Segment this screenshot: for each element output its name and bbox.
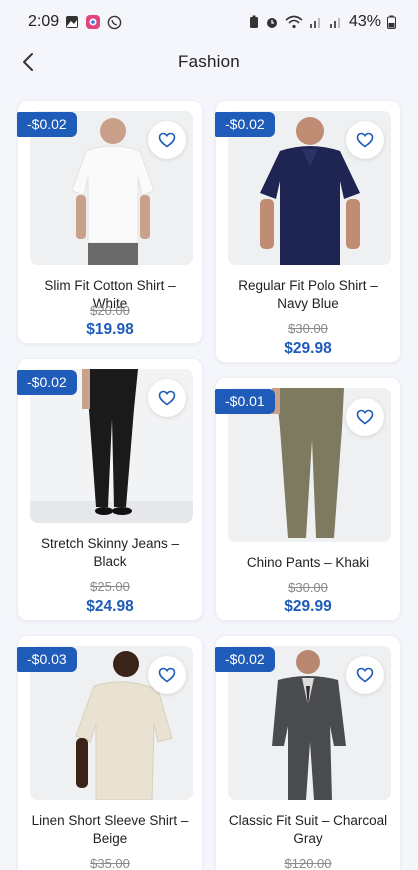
original-price: $25.00 bbox=[90, 579, 130, 594]
original-price: $35.00 bbox=[90, 856, 130, 870]
favorite-button[interactable] bbox=[148, 379, 186, 417]
product-name[interactable]: Classic Fit Suit – Charcoal Gray bbox=[224, 812, 392, 848]
product-name[interactable]: Stretch Skinny Jeans – Black bbox=[26, 535, 194, 571]
product-card[interactable]: -$0.02 Regular Fit Polo Shirt – Navy Blu… bbox=[215, 100, 401, 363]
product-grid: -$0.02 Slim Fit Cotton Shirt – White $20… bbox=[0, 0, 418, 870]
product-card[interactable]: -$0.02 Classic Fit Suit – Charcoal Gray … bbox=[215, 635, 401, 870]
product-name[interactable]: Linen Short Sleeve Shirt – Beige bbox=[26, 812, 194, 848]
favorite-button[interactable] bbox=[148, 121, 186, 159]
heart-icon bbox=[158, 667, 176, 683]
discount-badge: -$0.01 bbox=[215, 389, 275, 414]
discount-badge: -$0.02 bbox=[215, 112, 275, 137]
original-price: $30.00 bbox=[288, 321, 328, 336]
favorite-button[interactable] bbox=[148, 656, 186, 694]
heart-icon bbox=[356, 409, 374, 425]
sale-price: $19.98 bbox=[86, 321, 134, 338]
favorite-button[interactable] bbox=[346, 121, 384, 159]
product-name[interactable]: Regular Fit Polo Shirt – Navy Blue bbox=[224, 277, 392, 313]
heart-icon bbox=[158, 390, 176, 406]
product-name[interactable]: Chino Pants – Khaki bbox=[224, 554, 392, 572]
heart-icon bbox=[158, 132, 176, 148]
discount-badge: -$0.03 bbox=[17, 647, 77, 672]
product-card[interactable]: -$0.03 Linen Short Sleeve Shirt – Beige … bbox=[17, 635, 203, 870]
discount-badge: -$0.02 bbox=[17, 370, 77, 395]
sale-price: $24.98 bbox=[86, 598, 134, 615]
favorite-button[interactable] bbox=[346, 398, 384, 436]
sale-price: $29.99 bbox=[284, 598, 332, 615]
heart-icon bbox=[356, 132, 374, 148]
heart-icon bbox=[356, 667, 374, 683]
product-card[interactable]: -$0.02 Slim Fit Cotton Shirt – White $20… bbox=[17, 100, 203, 344]
sale-price: $29.98 bbox=[284, 340, 332, 357]
original-price: $120.00 bbox=[284, 856, 332, 870]
discount-badge: -$0.02 bbox=[17, 112, 77, 137]
favorite-button[interactable] bbox=[346, 656, 384, 694]
original-price: $20.00 bbox=[90, 303, 130, 318]
discount-badge: -$0.02 bbox=[215, 647, 275, 672]
product-card[interactable]: -$0.01 Chino Pants – Khaki $30.00 $29.99 bbox=[215, 377, 401, 621]
product-card[interactable]: -$0.02 Stretch Skinny Jeans – Black $25.… bbox=[17, 358, 203, 621]
original-price: $30.00 bbox=[288, 580, 328, 595]
